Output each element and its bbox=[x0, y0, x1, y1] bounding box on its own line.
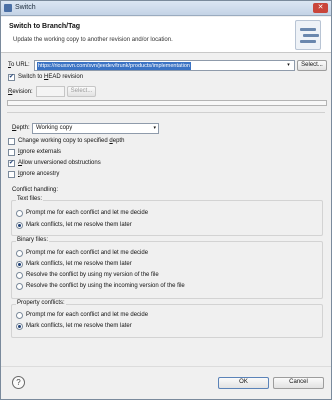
binary-incoming-radio[interactable] bbox=[16, 283, 23, 290]
depth-selected-value: Working copy bbox=[36, 125, 73, 131]
conflict-handling-heading: Conflict handling: bbox=[12, 187, 59, 193]
separator bbox=[7, 112, 325, 113]
property-mark-label: Mark conflicts, let me resolve them late… bbox=[26, 323, 132, 329]
switch-dialog: Switch ✕ Switch to Branch/Tag Update the… bbox=[0, 0, 332, 400]
binary-incoming-label: Resolve the conflict by using the incomi… bbox=[26, 283, 185, 289]
depth-label: Depth: bbox=[12, 125, 30, 131]
text-files-title: Text files: bbox=[16, 196, 44, 202]
property-conflicts-title: Property conflicts: bbox=[16, 300, 66, 306]
depth-select[interactable]: Working copy ▾ bbox=[32, 123, 159, 134]
binary-prompt-radio[interactable] bbox=[16, 250, 23, 257]
property-conflicts-group bbox=[11, 304, 323, 338]
change-depth-label: Change working copy to specified depth bbox=[18, 138, 125, 144]
ignore-externals-checkbox[interactable] bbox=[8, 149, 15, 156]
binary-prompt-label: Prompt me for each conflict and let me d… bbox=[26, 250, 149, 256]
url-input[interactable]: https://riouxsvn.com/svn/jeedev/trunk/pr… bbox=[37, 62, 191, 70]
svn-banner-icon bbox=[295, 20, 321, 50]
revision-select-button[interactable]: Select... bbox=[67, 86, 96, 97]
property-prompt-label: Prompt me for each conflict and let me d… bbox=[26, 312, 149, 318]
url-combo[interactable]: https://riouxsvn.com/svn/jeedev/trunk/pr… bbox=[34, 60, 295, 71]
ok-button[interactable]: OK bbox=[218, 377, 269, 389]
property-mark-radio[interactable] bbox=[16, 323, 23, 330]
chevron-down-icon: ▾ bbox=[153, 125, 156, 131]
allow-unversioned-checkbox[interactable]: ✔ bbox=[8, 160, 15, 167]
text-prompt-label: Prompt me for each conflict and let me d… bbox=[26, 210, 149, 216]
revision-input[interactable] bbox=[36, 86, 65, 97]
url-select-button[interactable]: Select... bbox=[297, 60, 327, 71]
allow-unversioned-label: Allow unversioned obstructions bbox=[18, 160, 101, 166]
text-files-group bbox=[11, 200, 323, 236]
footer-separator bbox=[1, 366, 331, 367]
change-depth-checkbox[interactable] bbox=[8, 138, 15, 145]
chevron-down-icon[interactable]: ▾ bbox=[284, 62, 293, 69]
dialog-header: Switch to Branch/Tag Update the working … bbox=[1, 17, 331, 53]
dialog-content: To URL: https://riouxsvn.com/svn/jeedev/… bbox=[1, 54, 331, 399]
title-bar: Switch ✕ bbox=[1, 1, 331, 16]
text-prompt-radio[interactable] bbox=[16, 210, 23, 217]
switch-head-label: Switch to HEAD revision bbox=[18, 74, 84, 80]
header-description: Update the working copy to another revis… bbox=[13, 37, 173, 43]
revision-label: Revision: bbox=[8, 89, 33, 95]
binary-mark-label: Mark conflicts, let me resolve them late… bbox=[26, 261, 132, 267]
help-icon[interactable]: ? bbox=[12, 376, 25, 389]
property-prompt-radio[interactable] bbox=[16, 312, 23, 319]
header-title: Switch to Branch/Tag bbox=[9, 23, 81, 30]
binary-files-title: Binary files: bbox=[16, 237, 50, 243]
switch-head-checkbox[interactable]: ✔ bbox=[8, 74, 15, 81]
close-icon[interactable]: ✕ bbox=[313, 3, 328, 13]
ignore-ancestry-checkbox[interactable] bbox=[8, 171, 15, 178]
ignore-externals-label: Ignore externals bbox=[18, 149, 62, 155]
cancel-button[interactable]: Cancel bbox=[273, 377, 324, 389]
revision-progress-bar bbox=[7, 100, 327, 106]
binary-mine-radio[interactable] bbox=[16, 272, 23, 279]
url-label: To URL: bbox=[8, 62, 30, 68]
ignore-ancestry-label: Ignore ancestry bbox=[18, 171, 60, 177]
app-icon bbox=[4, 4, 12, 12]
binary-mark-radio[interactable] bbox=[16, 261, 23, 268]
text-mark-label: Mark conflicts, let me resolve them late… bbox=[26, 222, 132, 228]
binary-mine-label: Resolve the conflict by using my version… bbox=[26, 272, 159, 278]
window-title: Switch bbox=[15, 4, 36, 11]
text-mark-radio[interactable] bbox=[16, 222, 23, 229]
